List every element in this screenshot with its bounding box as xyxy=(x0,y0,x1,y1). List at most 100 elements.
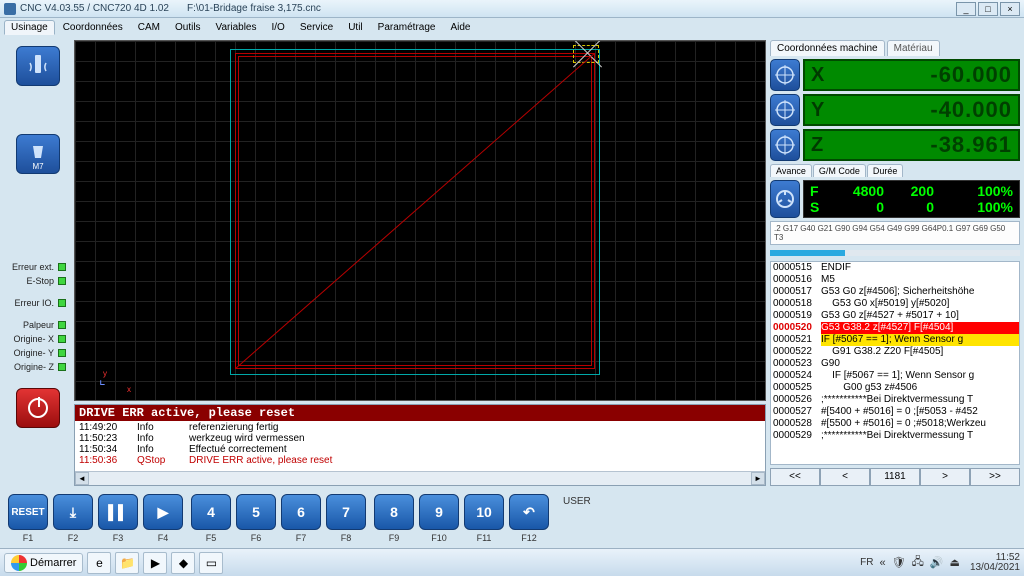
taskbar-explorer-icon[interactable]: 📁 xyxy=(115,552,139,574)
taskbar-ie-icon[interactable]: e xyxy=(87,552,111,574)
taskbar-clock[interactable]: 11:52 13/04/2021 xyxy=(970,553,1020,573)
nav-prev-button[interactable]: < xyxy=(820,468,870,486)
spindle-button[interactable] xyxy=(16,46,60,86)
tray-volume-icon[interactable]: 🔊 xyxy=(930,556,944,569)
gcode-line[interactable]: 0000518 G53 G0 x[#5019] y[#5020] xyxy=(771,298,1019,310)
fkey-button[interactable]: 4 xyxy=(191,494,231,530)
dro-y[interactable]: Y-40.000 xyxy=(803,94,1020,126)
taskbar-media-icon[interactable]: ▶ xyxy=(143,552,167,574)
status-origine-z: Origine- Z xyxy=(6,362,70,372)
menu-util[interactable]: Util xyxy=(341,20,369,35)
scroll-left-button[interactable]: ◄ xyxy=(75,472,89,485)
start-label: Démarrer xyxy=(30,557,76,569)
lang-indicator[interactable]: FR xyxy=(860,557,873,568)
nav-last-button[interactable]: >> xyxy=(970,468,1020,486)
fkey-f2: ⤓ F2 xyxy=(53,494,93,543)
menu-aide[interactable]: Aide xyxy=(443,20,477,35)
menu-variables[interactable]: Variables xyxy=(209,20,264,35)
log-scrollbar[interactable]: ◄► xyxy=(75,471,765,485)
tab-avance[interactable]: Avance xyxy=(770,164,812,177)
fkey-user-label: USER xyxy=(563,496,591,507)
coolant-m7-button[interactable]: M7 xyxy=(16,134,60,174)
gcode-listing[interactable]: 0000515ENDIF0000516M50000517G53 G0 z[#45… xyxy=(770,261,1020,465)
window-maximize-button[interactable]: □ xyxy=(978,2,998,16)
tray-chevron-icon[interactable]: « xyxy=(879,557,885,569)
tab-coord-machine[interactable]: Coordonnées machine xyxy=(770,40,885,56)
fkey-button[interactable]: 9 xyxy=(419,494,459,530)
menu-coordonnees[interactable]: Coordonnées xyxy=(56,20,130,35)
menu-cam[interactable]: CAM xyxy=(131,20,167,35)
tab-gmcode[interactable]: G/M Code xyxy=(813,164,866,177)
app-icon xyxy=(4,3,16,15)
led-icon xyxy=(58,335,66,343)
led-icon xyxy=(58,363,66,371)
status-estop: E-Stop xyxy=(6,276,70,286)
feed-override-button[interactable] xyxy=(770,180,800,218)
zero-y-button[interactable] xyxy=(770,94,800,126)
power-stop-button[interactable] xyxy=(16,388,60,428)
window-close-button[interactable]: × xyxy=(1000,2,1020,16)
log-rows: 11:49:20Inforeferenzierung fertig 11:50:… xyxy=(75,421,765,471)
status-list: Erreur ext. E-Stop Erreur IO. Palpeur Or… xyxy=(6,262,70,372)
fkey-f4: ▶F4 xyxy=(143,494,183,543)
gcode-line[interactable]: 0000527#[5400 + #5016] = 0 ;[#5053 - #45… xyxy=(771,406,1019,418)
taskbar-app1-icon[interactable]: ◆ xyxy=(171,552,195,574)
gcode-line[interactable]: 0000526;***********Bei Direktvermessung … xyxy=(771,394,1019,406)
gcode-line[interactable]: 0000521IF [#5067 == 1]; Wenn Sensor g xyxy=(771,334,1019,346)
tray-network-icon[interactable]: 🖧 xyxy=(912,553,924,572)
taskbar: Démarrer e 📁 ▶ ◆ ▭ FR « 🛡 🖧 🔊 ⏏ 11:52 13… xyxy=(0,548,1024,576)
fkey-button[interactable]: 8 xyxy=(374,494,414,530)
menu-io[interactable]: I/O xyxy=(265,20,292,35)
fkey-f9: 8F9 xyxy=(374,494,414,543)
toolpath-viewport[interactable]: ⌞xy xyxy=(74,40,766,401)
gcode-line[interactable]: 0000522 G91 G38.2 Z20 F[#4505] xyxy=(771,346,1019,358)
nav-next-button[interactable]: > xyxy=(920,468,970,486)
fkey-f5: 4F5 xyxy=(191,494,231,543)
tab-materiau[interactable]: Matériau xyxy=(887,40,940,56)
m7-label: M7 xyxy=(17,162,59,171)
gcode-line[interactable]: 0000516M5 xyxy=(771,274,1019,286)
tab-duree[interactable]: Durée xyxy=(867,164,904,177)
fkey-button[interactable]: 5 xyxy=(236,494,276,530)
nav-position[interactable]: 1181 xyxy=(870,468,920,486)
fkey-button[interactable]: ▶ xyxy=(143,494,183,530)
start-button[interactable]: Démarrer xyxy=(4,553,83,573)
fkey-button[interactable]: ↶ xyxy=(509,494,549,530)
tray-usb-icon[interactable]: ⏏ xyxy=(950,556,960,569)
window-minimize-button[interactable]: _ xyxy=(956,2,976,16)
gcode-line[interactable]: 0000519G53 G0 z[#4527 + #5017 + 10] xyxy=(771,310,1019,322)
zero-x-button[interactable] xyxy=(770,59,800,91)
gcode-line[interactable]: 0000524 IF [#5067 == 1]; Wenn Sensor g xyxy=(771,370,1019,382)
progress-bar xyxy=(770,250,1020,256)
gcode-line[interactable]: 0000529;***********Bei Direktvermessung … xyxy=(771,430,1019,442)
menu-usinage[interactable]: Usinage xyxy=(4,20,55,35)
fkey-button[interactable]: 7 xyxy=(326,494,366,530)
gcode-line[interactable]: 0000528#[5500 + #5016] = 0 ;#5018;Werkze… xyxy=(771,418,1019,430)
gcode-line[interactable]: 0000525 G00 g53 z#4506 xyxy=(771,382,1019,394)
fkey-button[interactable]: ▌▌ xyxy=(98,494,138,530)
zero-z-button[interactable] xyxy=(770,129,800,161)
fkey-button[interactable]: 6 xyxy=(281,494,321,530)
fkey-f12: ↶F12 xyxy=(509,494,549,543)
menu-outils[interactable]: Outils xyxy=(168,20,208,35)
gcode-line[interactable]: 0000523G90 xyxy=(771,358,1019,370)
taskbar-app2-icon[interactable]: ▭ xyxy=(199,552,223,574)
dro-z[interactable]: Z-38.961 xyxy=(803,129,1020,161)
gcode-line[interactable]: 0000517G53 G0 z[#4506]; Sicherheitshöhe xyxy=(771,286,1019,298)
menu-service[interactable]: Service xyxy=(293,20,340,35)
fkey-f7: 6F7 xyxy=(281,494,321,543)
fkey-button[interactable]: RESET xyxy=(8,494,48,530)
fkey-button[interactable]: 10 xyxy=(464,494,504,530)
nav-first-button[interactable]: << xyxy=(770,468,820,486)
fkey-caption: F2 xyxy=(68,533,79,543)
fkey-button[interactable]: ⤓ xyxy=(53,494,93,530)
menu-parametrage[interactable]: Paramétrage xyxy=(371,20,443,35)
gcode-line[interactable]: 0000520G53 G38.2 z[#4527] F[#4504] xyxy=(771,322,1019,334)
led-icon xyxy=(58,321,66,329)
fkey-f10: 9F10 xyxy=(419,494,459,543)
scroll-right-button[interactable]: ► xyxy=(751,472,765,485)
gcode-nav: << < 1181 > >> xyxy=(770,468,1020,486)
tray-shield-icon[interactable]: 🛡 xyxy=(892,556,906,569)
dro-x[interactable]: X-60.000 xyxy=(803,59,1020,91)
gcode-line[interactable]: 0000515ENDIF xyxy=(771,262,1019,274)
